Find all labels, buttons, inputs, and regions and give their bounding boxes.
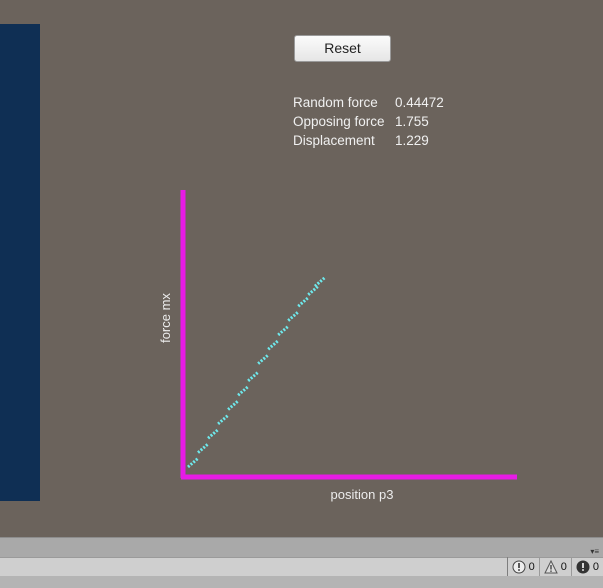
error-circle-icon	[576, 560, 590, 573]
y-axis-label: force mx	[158, 293, 173, 343]
info-circle-icon	[512, 560, 526, 573]
data-points	[187, 276, 326, 469]
warning-counter[interactable]: 0	[538, 557, 571, 576]
status-bar-bottom	[0, 576, 603, 588]
data-point	[247, 371, 260, 382]
data-point	[217, 414, 230, 426]
info-count: 0	[528, 560, 535, 573]
data-point	[267, 339, 280, 351]
data-point	[257, 353, 270, 365]
data-point	[287, 310, 300, 322]
data-point	[313, 276, 326, 288]
force-position-plot: position p3 force mx	[158, 190, 517, 502]
info-counter[interactable]: 0	[506, 557, 539, 576]
warning-triangle-icon	[543, 559, 558, 573]
data-point	[227, 399, 240, 411]
console-counters: 0 0 0	[506, 557, 603, 576]
data-point	[277, 325, 290, 337]
warning-count: 0	[560, 560, 567, 573]
panel-menu-icon[interactable]: ▾≡	[590, 547, 599, 556]
data-point	[207, 428, 220, 440]
error-counter[interactable]: 0	[570, 557, 603, 576]
x-axis-label: position p3	[331, 487, 394, 502]
data-point	[297, 296, 310, 308]
data-point	[307, 285, 320, 296]
data-point	[197, 442, 210, 454]
data-point	[187, 457, 199, 469]
data-point	[237, 385, 250, 397]
error-count: 0	[592, 560, 599, 573]
console-toolbar	[0, 537, 603, 557]
